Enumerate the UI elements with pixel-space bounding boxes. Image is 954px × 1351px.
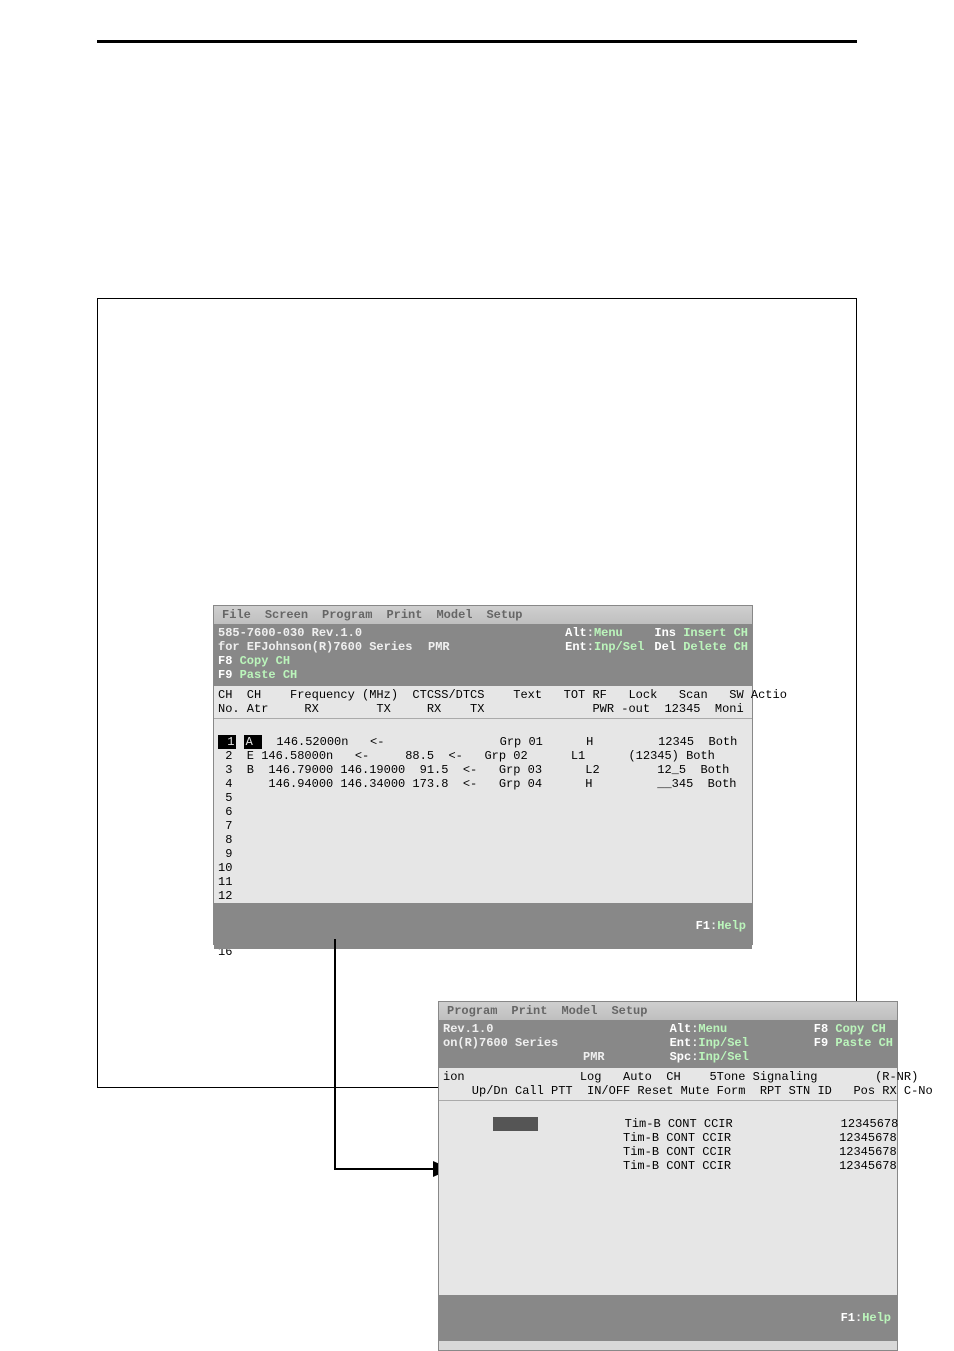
mode-label: PMR (428, 640, 450, 654)
menu-item[interactable]: Print (386, 608, 422, 622)
table-row: 10 (218, 861, 232, 875)
table-header: CH CH Frequency (MHz) CTCSS/DTCS Text TO… (214, 686, 752, 719)
table-row: Tim-B CONT CCIR 12345678 (443, 1159, 897, 1173)
menu-item[interactable]: Setup (486, 608, 522, 622)
table-header: ion Log Auto CH 5Tone Signaling (R-NR) U… (439, 1068, 897, 1101)
table-row: 8 (218, 833, 232, 847)
screenshot-program-left: File Screen Program Print Model Setup 58… (213, 605, 753, 945)
table-row: Tim-B CONT CCIR 12345678 (443, 1145, 897, 1159)
info-bar: Rev.1.0 on(R)7600 Series PMR Alt:Menu En… (439, 1020, 897, 1068)
menu-item[interactable]: File (222, 608, 251, 622)
key-action: Menu (594, 626, 623, 640)
key-label: Alt (670, 1022, 692, 1036)
selected-cell: A (244, 735, 262, 749)
page-top-rule (97, 40, 857, 43)
table-row: 9 (218, 847, 232, 861)
table-row: 4 146.94000 146.34000 173.8 <- Grp 04 H … (218, 777, 736, 791)
key-action: Paste CH (240, 668, 298, 682)
product-text: for EFJohnson(R)7600 Series (218, 640, 418, 654)
key-label: F9 (814, 1036, 828, 1050)
key-label: Ent (565, 640, 587, 654)
menu-item[interactable]: Program (322, 608, 372, 622)
table-row: 3 B 146.79000 146.19000 91.5 <- Grp 03 L… (218, 763, 729, 777)
menu-item[interactable]: Screen (265, 608, 308, 622)
table-row: 12 (218, 889, 232, 903)
figure-frame: File Screen Program Print Model Setup 58… (97, 298, 857, 1088)
key-label: Spc (670, 1050, 692, 1064)
key-action: Copy CH (240, 654, 290, 668)
status-bar: F1:Help (214, 903, 752, 949)
info-bar: 585-7600-030 Rev.1.0 for EFJohnson(R)760… (214, 624, 752, 686)
menu-item[interactable]: Model (436, 608, 472, 622)
table-row: 7 (218, 819, 232, 833)
key-label: F8 (814, 1022, 828, 1036)
key-label: Ins (654, 626, 676, 640)
key-label: Alt (565, 626, 587, 640)
cursor-cell (493, 1117, 538, 1131)
menu-item[interactable]: Program (447, 1004, 497, 1018)
key-action: Inp/Sel (698, 1050, 748, 1064)
key-label: F9 (218, 668, 232, 682)
table-row: 11 (218, 875, 232, 889)
table-row: 2 E 146.58000n <- 88.5 <- Grp 02 L1 (123… (218, 749, 715, 763)
screenshot-program-right: Program Print Model Setup Rev.1.0 on(R)7… (438, 1001, 898, 1351)
menu-item[interactable]: Print (511, 1004, 547, 1018)
menu-item[interactable]: Model (561, 1004, 597, 1018)
table-row: Tim-B CONT CCIR 12345678 (443, 1131, 897, 1145)
menu-item[interactable]: Setup (611, 1004, 647, 1018)
key-label: F8 (218, 654, 232, 668)
menu-bar: File Screen Program Print Model Setup (214, 606, 752, 624)
version-text: Rev.1.0 (443, 1022, 573, 1036)
key-action: Insert CH (683, 626, 748, 640)
key-action: Menu (698, 1022, 727, 1036)
menu-bar: Program Print Model Setup (439, 1002, 897, 1020)
version-text: 585-7600-030 Rev.1.0 (218, 626, 418, 640)
key-action: Paste CH (835, 1036, 893, 1050)
status-bar: F1:Help (439, 1295, 897, 1341)
table-body[interactable]: Tim-B CONT CCIR 12345678 Tim-B CONT CCIR… (439, 1101, 897, 1341)
key-label: Del (654, 640, 676, 654)
key-label: Ent (670, 1036, 692, 1050)
key-action: Inp/Sel (594, 640, 644, 654)
product-text: on(R)7600 Series (443, 1036, 573, 1050)
mode-label: PMR (583, 1050, 605, 1064)
selected-row-chno: 1 (218, 735, 236, 749)
table-row: 6 (218, 805, 232, 819)
table-row: 5 (218, 791, 232, 805)
key-action: Copy CH (835, 1022, 885, 1036)
table-body[interactable]: 1 A 146.52000n <- Grp 01 H 12345 Both 2 … (214, 719, 752, 949)
key-action: Inp/Sel (698, 1036, 748, 1050)
connector-arrow-icon (333, 939, 453, 1193)
key-action: Delete CH (683, 640, 748, 654)
